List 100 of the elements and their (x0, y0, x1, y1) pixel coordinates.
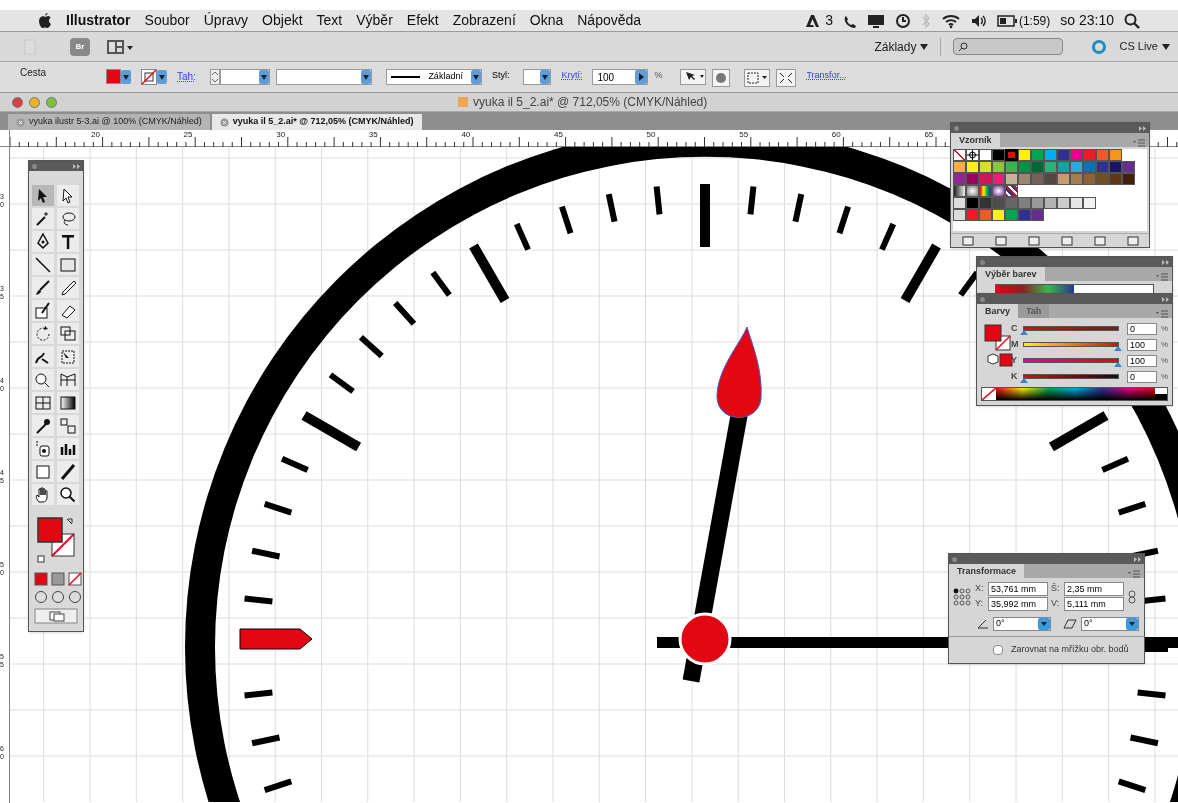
color-swatch[interactable] (1018, 209, 1031, 221)
color-swatch[interactable] (1096, 149, 1109, 161)
color-swatch[interactable] (953, 161, 966, 173)
color-swatch[interactable] (1057, 149, 1070, 161)
zoom-button[interactable] (46, 96, 57, 108)
color-swatch[interactable] (1044, 197, 1057, 209)
new-swatch-icon[interactable] (1093, 235, 1106, 246)
zoom-icon[interactable] (58, 484, 78, 505)
color-swatch[interactable] (953, 173, 966, 185)
speaker-icon[interactable] (970, 13, 987, 28)
color-swatch[interactable] (992, 173, 1005, 185)
opacity-field[interactable]: 100 (592, 69, 649, 85)
color-swatch[interactable] (1031, 149, 1044, 161)
color-swatch[interactable] (1070, 173, 1083, 185)
color-swatch[interactable] (1096, 161, 1109, 173)
menu-item[interactable]: Úpravy (203, 10, 249, 31)
gradient-swatch[interactable] (953, 185, 966, 197)
input-field[interactable]: 2,35 mm (1064, 582, 1124, 596)
input-field[interactable]: 53,761 mm (988, 582, 1048, 596)
pattern-swatch[interactable] (1005, 185, 1018, 197)
trash-icon[interactable] (1126, 235, 1139, 246)
cs-live-ring-icon[interactable] (1091, 38, 1108, 55)
color-swatch[interactable] (1005, 197, 1018, 209)
draw-normal-icon[interactable] (34, 590, 48, 604)
bridge-button[interactable]: Br (70, 37, 90, 56)
color-swatch[interactable] (1044, 173, 1057, 185)
color-swatch[interactable] (1057, 197, 1070, 209)
slider-thumb[interactable] (1113, 346, 1122, 351)
style-dropdown[interactable] (523, 69, 552, 85)
opacity-link[interactable]: Krytí: (561, 69, 583, 83)
color-swatch[interactable] (992, 209, 1005, 221)
slider-thumb[interactable] (1019, 330, 1028, 335)
globe-icon[interactable] (712, 69, 731, 87)
color-swatch[interactable] (1005, 173, 1018, 185)
rotate-icon[interactable] (33, 323, 53, 344)
color-swatch[interactable] (1070, 149, 1083, 161)
color-swatch[interactable] (979, 197, 992, 209)
color-swatch[interactable] (1122, 161, 1135, 173)
color-swatch[interactable] (1018, 149, 1031, 161)
transform-link[interactable]: Transfor... (806, 69, 847, 83)
swatch-kind-icon[interactable] (994, 235, 1007, 246)
panel-tab[interactable]: Barvy (977, 304, 1019, 318)
monitor-icon[interactable] (866, 13, 885, 28)
color-ramp[interactable] (981, 387, 1168, 401)
document-tab[interactable]: vyuka il 5_2.ai* @ 712,05% (CMYK/Náhled) (211, 114, 422, 130)
color-swatch[interactable] (1044, 161, 1057, 173)
color-swatch[interactable] (1005, 161, 1018, 173)
color-swatch[interactable] (1031, 161, 1044, 173)
value-field[interactable]: 100 (1126, 354, 1157, 367)
color-swatch[interactable] (1096, 173, 1109, 185)
slider-thumb[interactable] (1113, 362, 1122, 367)
input-field[interactable]: 5,111 mm (1064, 597, 1124, 611)
stroke-link[interactable]: Tah: (177, 69, 196, 84)
value-field[interactable]: 0 (1126, 322, 1157, 335)
stroke-swatch[interactable] (141, 69, 167, 85)
screen-mode-icon[interactable] (34, 608, 78, 624)
panel-tab[interactable]: Výběr barev (977, 267, 1045, 281)
color-swatch[interactable] (979, 149, 992, 161)
reference-point-icon[interactable] (953, 588, 971, 606)
checkbox[interactable] (993, 644, 1003, 655)
color-swatch[interactable] (1031, 173, 1044, 185)
color-swatch[interactable] (966, 197, 979, 209)
color-mode-icon[interactable] (34, 572, 48, 586)
draw-inside-icon[interactable] (68, 590, 82, 604)
menu-item[interactable]: Zobrazení (452, 10, 516, 31)
color-swatch[interactable] (1083, 173, 1096, 185)
recolor-icon[interactable] (680, 69, 707, 85)
color-swatch[interactable] (966, 161, 979, 173)
color-swatch[interactable] (1109, 173, 1122, 185)
rotate-field[interactable]: 0° (993, 617, 1051, 631)
panel-tab[interactable]: Transformace (949, 564, 1025, 578)
color-swatch[interactable] (1083, 161, 1096, 173)
link-icon[interactable] (1128, 590, 1136, 604)
color-swatch[interactable] (1031, 209, 1044, 221)
color-swatch[interactable] (1109, 149, 1122, 161)
menu-item[interactable]: Objekt (262, 10, 303, 31)
menu-item[interactable]: Výběr (356, 10, 393, 31)
shear-field[interactable]: 0° (1081, 617, 1139, 631)
stepper-icon[interactable] (209, 69, 220, 85)
gradient-swatch[interactable] (979, 185, 992, 197)
color-swatch[interactable] (1083, 197, 1096, 209)
menu-item[interactable]: Text (316, 10, 343, 31)
color-swatch[interactable] (1109, 161, 1122, 173)
adobe-logo-icon[interactable] (805, 13, 822, 28)
color-swatch[interactable] (992, 161, 1005, 173)
color-swatch[interactable] (1044, 149, 1057, 161)
color-swatch[interactable] (966, 209, 979, 221)
stroke-weight-dropdown[interactable] (219, 69, 270, 85)
spray-can-icon[interactable] (33, 438, 53, 459)
color-swatch[interactable] (1057, 161, 1070, 173)
menu-item[interactable]: Efekt (406, 10, 439, 31)
color-group-folder-icon[interactable] (953, 197, 966, 209)
menu-clock[interactable]: so 23:10 (1060, 10, 1114, 31)
isolate-icon[interactable] (776, 69, 797, 87)
knife-icon[interactable] (58, 461, 78, 482)
minimize-button[interactable] (29, 96, 40, 108)
panel-tab[interactable]: Vzorník (951, 133, 1000, 147)
gradient-swatch[interactable] (992, 185, 1005, 197)
blob-brush-icon[interactable] (33, 300, 53, 321)
color-swatch[interactable] (992, 149, 1005, 161)
